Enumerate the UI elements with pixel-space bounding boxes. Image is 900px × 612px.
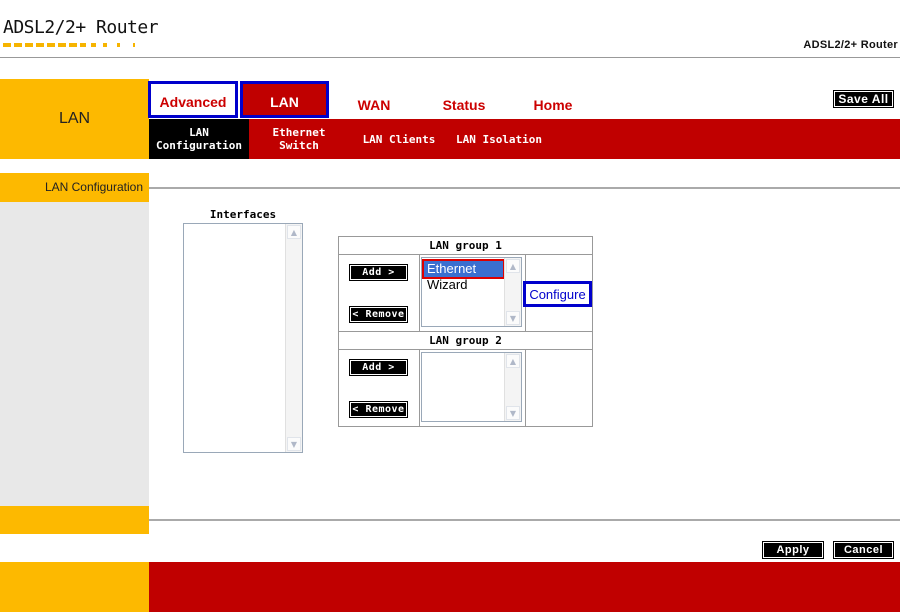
sidebar-panel <box>0 202 149 506</box>
member-option-ethernet[interactable]: Ethernet <box>422 259 505 279</box>
scroll-down-arrow-icon[interactable]: ▼ <box>506 311 520 325</box>
group1-add-button[interactable]: Add > <box>349 264 408 281</box>
group2-remove-button[interactable]: < Remove <box>349 401 408 418</box>
group1-members-listbox[interactable]: Ethernet Wizard ▲ ▼ <box>421 257 522 327</box>
tab-home[interactable]: Home <box>510 81 596 118</box>
logo-text: ADSL2/2+ Router <box>3 17 159 38</box>
group1-scrollbar[interactable]: ▲ ▼ <box>504 258 521 326</box>
cancel-button[interactable]: Cancel <box>833 541 894 559</box>
group2-scrollbar[interactable]: ▲ ▼ <box>504 353 521 421</box>
configure-link[interactable]: Configure <box>523 281 592 307</box>
subtab-lan-clients[interactable]: LAN Clients <box>355 119 443 159</box>
save-all-button[interactable]: Save All <box>833 90 894 108</box>
section-title: LAN <box>58 110 91 127</box>
tab-status[interactable]: Status <box>418 81 510 118</box>
scroll-up-arrow-icon[interactable]: ▲ <box>287 225 301 239</box>
member-option-wizard[interactable]: Wizard <box>424 277 467 293</box>
content-divider-top <box>149 187 900 189</box>
scroll-up-arrow-icon[interactable]: ▲ <box>506 354 520 368</box>
grid-line <box>419 255 420 331</box>
grid-line <box>525 350 526 426</box>
apply-button[interactable]: Apply <box>762 541 824 559</box>
header-title: ADSL2/2+ Router <box>803 39 898 51</box>
group1-remove-button[interactable]: < Remove <box>349 306 408 323</box>
lan-group-1-title: LAN group 1 <box>339 237 592 255</box>
subtab-lan-configuration[interactable]: LAN Configuration <box>149 119 249 159</box>
content-divider-bottom <box>149 519 900 521</box>
scroll-up-arrow-icon[interactable]: ▲ <box>506 259 520 273</box>
scroll-down-arrow-icon[interactable]: ▼ <box>506 406 520 420</box>
sidebar-footer <box>0 506 149 534</box>
group2-add-button[interactable]: Add > <box>349 359 408 376</box>
tab-advanced[interactable]: Advanced <box>148 81 238 118</box>
footer-left <box>0 562 149 612</box>
interfaces-scrollbar[interactable]: ▲ ▼ <box>285 224 302 452</box>
subtab-ethernet-switch[interactable]: Ethernet Switch <box>255 119 343 159</box>
footer-bar <box>149 562 900 612</box>
sidebar-item-lan-configuration[interactable]: LAN Configuration <box>0 180 143 194</box>
group2-members-listbox[interactable]: ▲ ▼ <box>421 352 522 422</box>
scroll-down-arrow-icon[interactable]: ▼ <box>287 437 301 451</box>
tab-lan[interactable]: LAN <box>240 81 329 118</box>
tab-wan[interactable]: WAN <box>330 81 418 118</box>
header-divider <box>0 57 900 58</box>
interfaces-label: Interfaces <box>209 208 277 221</box>
subtab-lan-isolation[interactable]: LAN Isolation <box>449 119 549 159</box>
grid-line <box>419 350 420 426</box>
logo-underline <box>3 43 143 48</box>
interfaces-listbox[interactable]: ▲ ▼ <box>183 223 303 453</box>
lan-group-2-title: LAN group 2 <box>339 332 592 350</box>
